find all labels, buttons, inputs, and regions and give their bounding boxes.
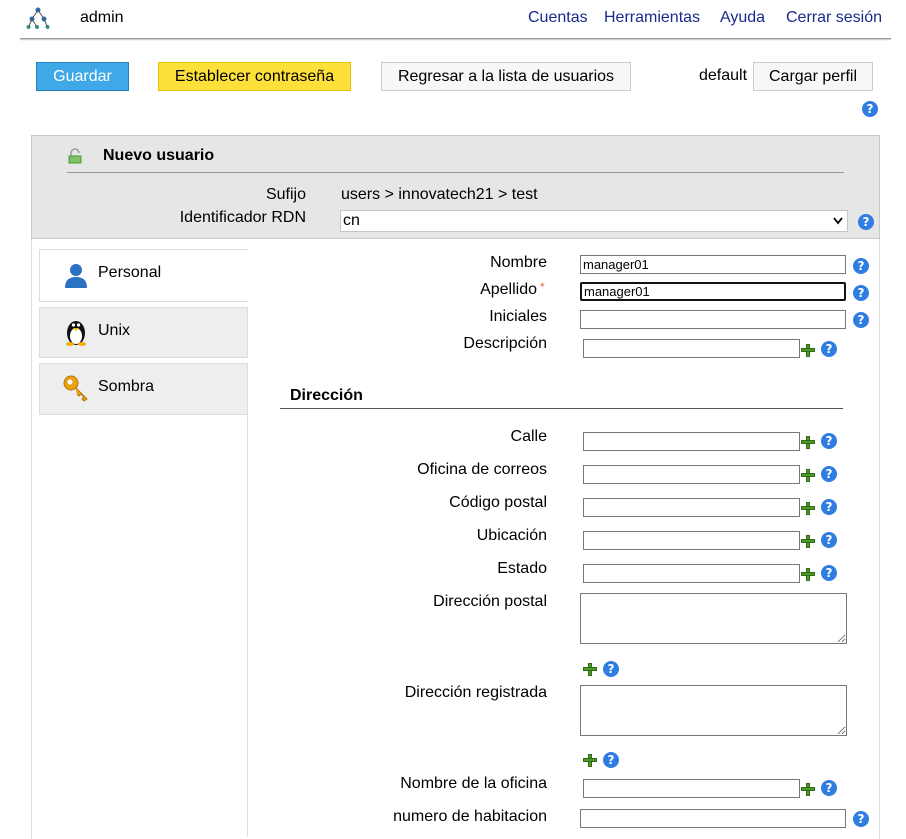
iniciales-help-icon[interactable]: ?: [853, 312, 869, 328]
numero-habitacion-help-icon[interactable]: ?: [853, 811, 869, 827]
ubicacion-add-icon[interactable]: [801, 534, 815, 548]
estado-label: Estado: [497, 560, 547, 577]
username: admin: [80, 9, 124, 26]
nombre-oficina-input[interactable]: [583, 779, 800, 798]
rdn-select[interactable]: cn: [340, 210, 848, 232]
descripcion-add-icon[interactable]: [801, 343, 815, 357]
save-button[interactable]: Guardar: [36, 62, 129, 91]
descripcion-label: Descripción: [463, 335, 547, 352]
section-divider: [280, 408, 843, 409]
calle-help-icon[interactable]: ?: [821, 433, 837, 449]
load-profile-button[interactable]: Cargar perfil: [753, 62, 873, 91]
tab-personal-label: Personal: [98, 264, 162, 281]
estado-input[interactable]: [583, 564, 800, 583]
estado-help-icon[interactable]: ?: [821, 565, 837, 581]
nombre-label: Nombre: [490, 254, 547, 271]
ubicacion-help-icon[interactable]: ?: [821, 532, 837, 548]
ldap-tree-logo-icon: [26, 7, 50, 29]
direccion-registrada-help-icon[interactable]: ?: [603, 752, 619, 768]
set-password-button[interactable]: Establecer contraseña: [158, 62, 351, 91]
calle-input[interactable]: [583, 432, 800, 451]
direccion-postal-textarea[interactable]: [580, 593, 847, 644]
tab-unix[interactable]: Unix: [39, 307, 248, 358]
descripcion-help-icon[interactable]: ?: [821, 341, 837, 357]
top-bar: admin Cuentas Herramientas Ayuda Cerrar …: [0, 0, 906, 40]
rdn-selected-value: cn: [343, 212, 360, 229]
direccion-registrada-textarea[interactable]: [580, 685, 847, 736]
apellido-label: Apellido: [480, 281, 537, 298]
ubicacion-label: Ubicación: [476, 527, 547, 544]
apellido-input[interactable]: [580, 282, 846, 301]
section-direccion-title: Dirección: [290, 387, 363, 404]
nav-cerrar-sesion[interactable]: Cerrar sesión: [786, 9, 882, 27]
apellido-help-icon[interactable]: ?: [853, 285, 869, 301]
tab-sombra-label: Sombra: [98, 378, 155, 395]
nombre-oficina-label: Nombre de la oficina: [400, 775, 547, 792]
nombre-oficina-add-icon[interactable]: [801, 782, 815, 796]
numero-habitacion-input[interactable]: [580, 809, 846, 828]
unlocked-padlock-icon: [68, 148, 82, 164]
required-marker: *: [540, 280, 545, 294]
chevron-down-icon: [833, 217, 843, 225]
profile-name: default: [699, 67, 748, 84]
iniciales-label: Iniciales: [489, 308, 547, 325]
key-icon: [63, 375, 88, 402]
calle-label: Calle: [510, 428, 547, 445]
direccion-postal-add-icon[interactable]: [583, 662, 597, 676]
codigo-postal-add-icon[interactable]: [801, 501, 815, 515]
help-icon[interactable]: ?: [862, 101, 878, 117]
page-title: Nuevo usuario: [103, 147, 215, 164]
direccion-registrada-add-icon[interactable]: [583, 753, 597, 767]
tab-sombra[interactable]: Sombra: [39, 363, 248, 415]
nav-herramientas[interactable]: Herramientas: [604, 9, 700, 27]
ubicacion-input[interactable]: [583, 531, 800, 550]
top-divider: [20, 38, 891, 39]
nombre-oficina-help-icon[interactable]: ?: [821, 780, 837, 796]
direccion-postal-label: Dirección postal: [433, 593, 547, 610]
account-header-panel: Nuevo usuario Sufijo users > innovatech2…: [31, 135, 880, 239]
oficina-correos-input[interactable]: [583, 465, 800, 484]
direccion-postal-help-icon[interactable]: ?: [603, 661, 619, 677]
oficina-correos-label: Oficina de correos: [417, 461, 547, 478]
tux-penguin-icon: [66, 321, 86, 346]
descripcion-input[interactable]: [583, 339, 800, 358]
calle-add-icon[interactable]: [801, 435, 815, 449]
nombre-input[interactable]: [580, 255, 846, 274]
tab-unix-label: Unix: [98, 322, 131, 339]
oficina-correos-add-icon[interactable]: [801, 468, 815, 482]
title-divider: [67, 172, 844, 173]
rdn-label: Identificador RDN: [179, 209, 306, 226]
codigo-postal-input[interactable]: [583, 498, 800, 517]
iniciales-input[interactable]: [580, 310, 846, 329]
oficina-correos-help-icon[interactable]: ?: [821, 466, 837, 482]
suffix-label: Sufijo: [265, 186, 306, 203]
direccion-registrada-label: Dirección registrada: [404, 684, 547, 701]
nav-cuentas[interactable]: Cuentas: [528, 9, 588, 27]
codigo-postal-label: Código postal: [449, 494, 547, 511]
estado-add-icon[interactable]: [801, 567, 815, 581]
back-to-user-list-button[interactable]: Regresar a la lista de usuarios: [381, 62, 631, 91]
tab-column: [39, 415, 248, 837]
nombre-help-icon[interactable]: ?: [853, 258, 869, 274]
person-icon: [65, 264, 87, 288]
tab-personal[interactable]: Personal: [39, 249, 248, 302]
numero-habitacion-label: numero de habitacion: [393, 808, 547, 825]
suffix-value: users > innovatech21 > test: [341, 186, 538, 203]
rdn-help-icon[interactable]: ?: [858, 214, 874, 230]
nav-ayuda[interactable]: Ayuda: [720, 9, 765, 27]
codigo-postal-help-icon[interactable]: ?: [821, 499, 837, 515]
